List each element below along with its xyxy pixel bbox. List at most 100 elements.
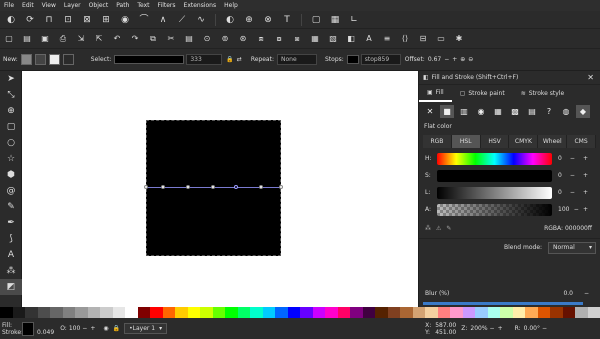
palette-swatch[interactable] bbox=[137, 307, 150, 318]
gradient-selected-stop-handle[interactable] bbox=[234, 185, 238, 189]
unlink-clone-icon[interactable]: ⧆ bbox=[292, 34, 302, 44]
menu-layer[interactable]: Layer bbox=[64, 2, 81, 9]
drawing-canvas[interactable] bbox=[22, 71, 418, 307]
offset-value[interactable]: 0.67 bbox=[428, 56, 441, 63]
new-document-icon[interactable]: ▢ bbox=[4, 34, 14, 44]
saturation-slider[interactable] bbox=[437, 169, 552, 182]
snap-corner-icon[interactable]: ⊡ bbox=[63, 15, 73, 25]
palette-swatch[interactable] bbox=[250, 307, 263, 318]
fill-target-button[interactable] bbox=[48, 54, 60, 65]
palette-swatch[interactable] bbox=[337, 307, 350, 318]
linear-gradient-icon[interactable]: ▥ bbox=[457, 105, 471, 118]
snap-object-center-icon[interactable]: ⊕ bbox=[244, 15, 254, 25]
palette-swatch[interactable] bbox=[475, 307, 488, 318]
flat-color-icon[interactable]: ■ bbox=[440, 104, 454, 118]
palette-swatch[interactable] bbox=[375, 307, 388, 318]
snap-path-icon[interactable]: ⌒ bbox=[139, 15, 149, 25]
pen-tool-icon[interactable]: ✒ bbox=[0, 215, 22, 231]
layer-select[interactable]: •Layer 1 ▾ bbox=[124, 323, 168, 334]
node-tool-icon[interactable]: ⤡ bbox=[0, 87, 22, 103]
palette-swatch[interactable] bbox=[12, 307, 25, 318]
gradient-start-handle[interactable] bbox=[144, 185, 148, 189]
blur-value[interactable]: 0.0 bbox=[563, 290, 573, 297]
palette-swatch[interactable] bbox=[400, 307, 413, 318]
snap-toggle-icon[interactable]: ◐ bbox=[6, 15, 16, 25]
zoom-tool-icon[interactable]: ⊕ bbox=[0, 103, 22, 119]
menu-path[interactable]: Path bbox=[116, 2, 129, 9]
gradient-select[interactable]: 333 bbox=[186, 54, 223, 65]
palette-swatch[interactable] bbox=[500, 307, 513, 318]
snap-others-icon[interactable]: ◐ bbox=[225, 15, 235, 25]
zoom-minus-icon[interactable]: − bbox=[490, 325, 495, 332]
lightness-value[interactable]: 0 bbox=[558, 189, 562, 196]
palette-swatch[interactable] bbox=[387, 307, 400, 318]
palette-swatch[interactable] bbox=[487, 307, 500, 318]
snap-center-icon[interactable]: ⊞ bbox=[101, 15, 111, 25]
star-tool-icon[interactable]: ☆ bbox=[0, 151, 22, 167]
lightness-slider[interactable] bbox=[437, 186, 552, 199]
palette-swatch[interactable] bbox=[425, 307, 438, 318]
gradient-stop-handle[interactable] bbox=[211, 185, 215, 189]
palette-swatch[interactable] bbox=[362, 307, 375, 318]
pencil-tool-icon[interactable]: ✎ bbox=[0, 199, 22, 215]
alpha-plus-icon[interactable]: + bbox=[583, 206, 588, 213]
zoom-selection-icon[interactable]: ⊙ bbox=[202, 34, 212, 44]
palette-swatch[interactable] bbox=[537, 307, 550, 318]
document-properties-icon[interactable]: ▭ bbox=[436, 34, 446, 44]
fill-indicator[interactable] bbox=[22, 321, 34, 336]
group-icon[interactable]: ▦ bbox=[310, 34, 320, 44]
mode-wheel[interactable]: Wheel bbox=[538, 135, 568, 148]
hue-value[interactable]: 0 bbox=[558, 155, 562, 162]
palette-swatch[interactable] bbox=[187, 307, 200, 318]
palette-swatch[interactable] bbox=[525, 307, 538, 318]
gradient-tool-icon[interactable]: ◩ bbox=[0, 279, 22, 295]
swatch-icon[interactable]: ▤ bbox=[525, 105, 539, 118]
snap-bbox-icon[interactable]: ⟳ bbox=[25, 15, 35, 25]
lightness-plus-icon[interactable]: + bbox=[583, 189, 588, 196]
rotation-value[interactable]: 0.00° bbox=[524, 325, 540, 332]
duplicate-icon[interactable]: ⧈ bbox=[256, 34, 266, 44]
blur-row[interactable]: Blur (%) 0.0 − bbox=[419, 287, 600, 307]
gradient-stop-handle[interactable] bbox=[259, 185, 263, 189]
palette-swatch[interactable] bbox=[237, 307, 250, 318]
offset-plus-icon[interactable]: + bbox=[452, 56, 457, 63]
menu-file[interactable]: File bbox=[4, 2, 14, 9]
print-icon[interactable]: ⎙ bbox=[58, 34, 68, 44]
menu-filters[interactable]: Filters bbox=[158, 2, 176, 9]
radial-gradient-button[interactable] bbox=[34, 54, 46, 65]
paste-icon[interactable]: ▤ bbox=[184, 34, 194, 44]
palette-swatch[interactable] bbox=[87, 307, 100, 318]
spiral-tool-icon[interactable]: @ bbox=[0, 183, 22, 199]
palette-swatch[interactable] bbox=[450, 307, 463, 318]
text-tool-icon[interactable]: A bbox=[0, 247, 22, 263]
palette-swatch[interactable] bbox=[112, 307, 125, 318]
gradient-stop-handle[interactable] bbox=[161, 185, 165, 189]
mode-hsv[interactable]: HSV bbox=[480, 135, 510, 148]
snap-grid-icon[interactable]: ▦ bbox=[330, 15, 340, 25]
snap-node-icon[interactable]: ◉ bbox=[120, 15, 130, 25]
palette-swatch[interactable] bbox=[412, 307, 425, 318]
export-icon[interactable]: ⇱ bbox=[94, 34, 104, 44]
palette-swatch[interactable] bbox=[275, 307, 288, 318]
gradient-preview[interactable] bbox=[114, 55, 185, 64]
saturation-value[interactable]: 0 bbox=[558, 172, 562, 179]
menu-text[interactable]: Text bbox=[137, 2, 149, 9]
rotation-minus-icon[interactable]: − bbox=[542, 325, 547, 332]
snap-line-icon[interactable]: ∿ bbox=[196, 15, 206, 25]
repeat-select[interactable]: None bbox=[276, 54, 317, 65]
palette-swatch[interactable] bbox=[287, 307, 300, 318]
menu-help[interactable]: Help bbox=[224, 2, 238, 9]
mode-rgb[interactable]: RGB bbox=[423, 135, 452, 148]
palette-swatch[interactable] bbox=[262, 307, 275, 318]
undo-icon[interactable]: ↶ bbox=[112, 34, 122, 44]
opacity-value[interactable]: 100 bbox=[69, 325, 80, 332]
palette-swatch[interactable] bbox=[175, 307, 188, 318]
palette-swatch[interactable] bbox=[212, 307, 225, 318]
rgba-value[interactable]: 000000ff bbox=[565, 225, 592, 232]
snap-guide-icon[interactable]: ∟ bbox=[349, 15, 359, 25]
spray-tool-icon[interactable]: ⁂ bbox=[0, 263, 22, 279]
palette-swatch[interactable] bbox=[125, 307, 138, 318]
mode-hsl[interactable]: HSL bbox=[451, 135, 481, 148]
alpha-slider[interactable] bbox=[437, 203, 552, 216]
snap-cusp-icon[interactable]: ∧ bbox=[158, 15, 168, 25]
